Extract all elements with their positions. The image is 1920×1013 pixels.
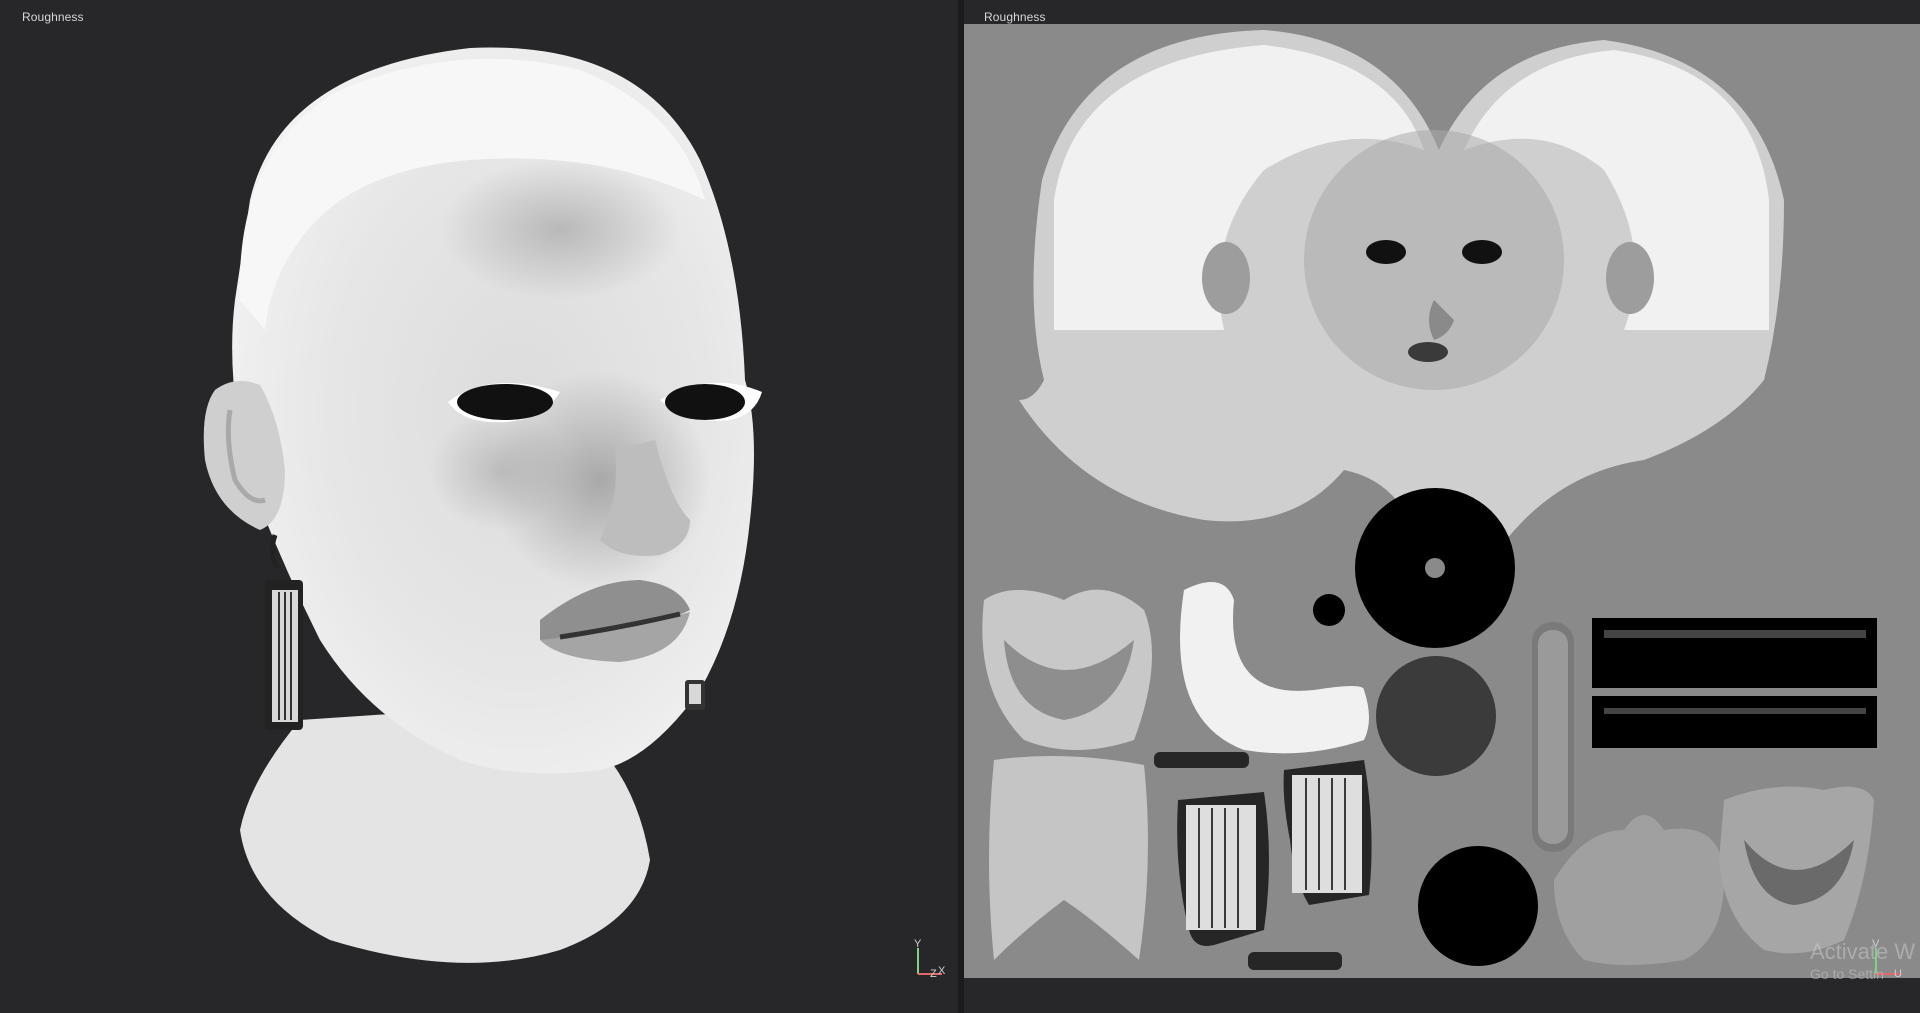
viewport-3d[interactable]: Roughness Y Z X	[0, 0, 958, 1013]
uv-teeth-bottom	[1592, 696, 1877, 748]
uv-bar-1	[1154, 752, 1249, 768]
uv-disc-bottom	[1418, 846, 1538, 966]
uv-disc-medium	[1376, 656, 1496, 776]
uv-ear-right	[1606, 242, 1654, 314]
windows-activation-watermark: Activate W Go to Settin	[1810, 939, 1920, 983]
svg-text:Z: Z	[930, 968, 937, 980]
uv-ear-left	[1202, 242, 1250, 314]
uv-bar-2	[1248, 952, 1342, 970]
watermark-title: Activate W	[1810, 939, 1916, 964]
axis-gizmo: Y Z X	[914, 938, 946, 980]
cheek-shade-2	[430, 410, 570, 530]
viewport-uv[interactable]: Roughness V U Activate W Go to Settin	[964, 0, 1920, 1013]
viewport-label: Roughness	[984, 10, 1046, 24]
uv-texture-map[interactable]	[964, 0, 1920, 1013]
head-render[interactable]	[0, 0, 958, 1013]
svg-text:X: X	[938, 965, 946, 977]
uv-mouth	[1408, 342, 1448, 362]
uv-island-mouth	[982, 589, 1152, 750]
uv-teeth-top	[1592, 618, 1877, 688]
uv-disc-small	[1313, 594, 1345, 626]
uv-island-mouth-lower	[989, 756, 1148, 960]
uv-eye-right	[1462, 240, 1502, 264]
svg-text:Y: Y	[914, 938, 922, 950]
watermark-subtitle: Go to Settin	[1810, 966, 1884, 982]
uv-eye-left	[1366, 240, 1406, 264]
uv-island-br-1	[1554, 815, 1724, 965]
forehead-shade	[440, 160, 680, 300]
viewport-label: Roughness	[22, 10, 84, 24]
